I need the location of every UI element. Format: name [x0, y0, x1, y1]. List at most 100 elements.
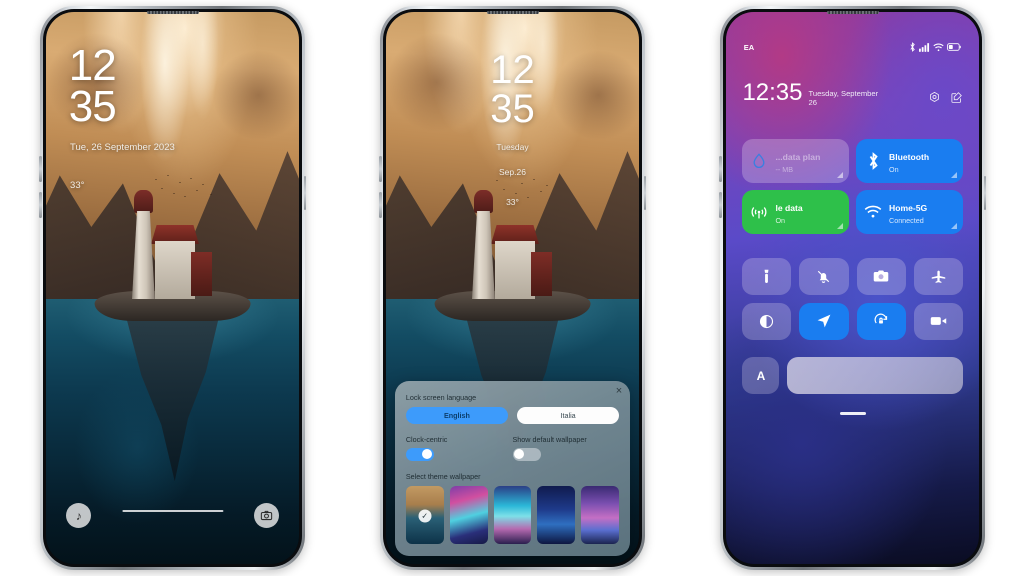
tile-expand-corner[interactable] — [950, 222, 957, 229]
tile-title: ...data plan — [775, 152, 821, 163]
clock-centric-toggle[interactable] — [405, 447, 434, 461]
location-icon[interactable] — [799, 302, 849, 340]
phone-3-volume-down[interactable] — [719, 192, 722, 218]
control-center-time: 12:35 — [742, 79, 803, 106]
phone-2-power[interactable] — [643, 176, 646, 210]
wallpaper-lighthouse-lamp — [133, 189, 153, 213]
tile-bluetooth[interactable]: Bluetooth On — [856, 138, 963, 183]
tile-title: Home-5G — [889, 203, 928, 214]
phone-3-screen[interactable]: EA 12:35 Tuesday, September 26 ...data p… — [726, 12, 979, 564]
language-section-label: Lock screen language — [405, 392, 477, 402]
default-wallpaper-toggle[interactable] — [512, 447, 541, 461]
phone-3-earpiece-grille — [826, 10, 879, 14]
phone-2-earpiece-grille — [486, 10, 539, 14]
lock-clock-centered: 12 35 — [386, 47, 639, 129]
camera-icon[interactable] — [856, 257, 906, 295]
tile-data-plan-text: ...data plan -- MB — [775, 147, 820, 174]
status-icons — [909, 42, 962, 53]
theme-wallpaper-list: ✓ — [405, 485, 620, 544]
default-wallpaper-setting: Show default wallpaper — [512, 434, 620, 461]
wallpaper-house — [154, 241, 196, 300]
phone-1-volume-up[interactable] — [39, 156, 42, 182]
bluetooth-icon — [864, 152, 882, 170]
tile-data-plan[interactable]: ...data plan -- MB — [742, 138, 849, 183]
edit-icon[interactable] — [950, 91, 963, 104]
mute-bell-icon[interactable] — [799, 257, 849, 295]
data-drop-icon — [750, 152, 768, 170]
lock-clock-minutes: 35 — [68, 82, 117, 132]
wifi-icon — [933, 43, 944, 52]
lock-clock: 12 35 — [68, 43, 117, 132]
lock-screen-settings-panel: × Lock screen language English Italia Cl… — [394, 380, 631, 556]
settings-gear-icon[interactable] — [928, 91, 941, 104]
wallpaper-thumbnail-aurora-cyan[interactable] — [493, 485, 532, 544]
phone-3-volume-up[interactable] — [719, 156, 722, 182]
tile-subtitle: -- MB — [775, 165, 794, 175]
auto-brightness-button[interactable]: A — [742, 357, 780, 394]
tile-title: Bluetooth — [889, 152, 930, 163]
wallpaper-house — [494, 241, 536, 300]
screenshot-stage: 12 35 Tue, 26 September 2023 33° ♪ 12 35… — [0, 0, 1024, 576]
wallpaper-thumbnail-night-blue[interactable] — [537, 485, 576, 544]
phone-3: EA 12:35 Tuesday, September 26 ...data p… — [719, 6, 986, 570]
wallpaper-thumbnail-lighthouse[interactable]: ✓ — [405, 485, 444, 544]
tile-bluetooth-text: Bluetooth On — [889, 147, 929, 174]
brightness-row: A — [742, 357, 963, 394]
control-center-date: Tuesday, September 26 — [808, 89, 879, 108]
phone-2-screen[interactable]: 12 35 Tuesday Sep.26 33° × Lock screen l… — [386, 12, 639, 564]
screen-record-icon[interactable] — [913, 302, 963, 340]
phone-2-volume-down[interactable] — [379, 192, 382, 218]
wallpaper-shed — [531, 252, 552, 297]
phone-1-power[interactable] — [303, 176, 306, 210]
quick-settings-tiles: ...data plan -- MB Bluetooth On le data … — [742, 138, 963, 234]
lock-weekday: Tuesday — [496, 141, 529, 152]
contrast-icon[interactable] — [742, 302, 792, 340]
phone-1-volume-down[interactable] — [39, 192, 42, 218]
wallpaper-shed — [191, 252, 212, 297]
phone-1-earpiece-grille — [146, 10, 199, 14]
tile-wifi[interactable]: Home-5G Connected — [856, 189, 963, 234]
default-wallpaper-label: Show default wallpaper — [512, 434, 587, 444]
tile-expand-corner[interactable] — [950, 171, 957, 178]
airplane-icon[interactable] — [913, 257, 963, 295]
home-indicator[interactable] — [121, 509, 224, 512]
brightness-slider[interactable] — [787, 357, 963, 394]
wallpaper-birds — [152, 172, 218, 205]
panel-drag-handle[interactable] — [839, 412, 866, 416]
tile-expand-corner[interactable] — [837, 171, 843, 178]
tile-mobile-data[interactable]: le data On — [742, 189, 849, 234]
signal-icon — [919, 43, 930, 52]
language-option-english[interactable]: English — [405, 406, 508, 424]
rotation-lock-icon[interactable] — [856, 302, 906, 340]
flashlight-icon[interactable] — [742, 257, 792, 295]
lock-temperature: 33° — [506, 196, 519, 207]
camera-icon — [260, 509, 273, 522]
wallpaper-thumbnail-purple-peaks[interactable] — [581, 485, 620, 544]
close-icon[interactable]: × — [616, 385, 622, 397]
lock-clock-hours: 12 — [490, 47, 535, 92]
check-icon: ✓ — [418, 509, 432, 523]
phone-1-screen[interactable]: 12 35 Tue, 26 September 2023 33° ♪ — [46, 12, 299, 564]
wifi-icon — [864, 203, 882, 221]
tile-subtitle: Connected — [889, 216, 924, 226]
wallpaper-thumbnail-aurora-magenta[interactable] — [449, 485, 488, 544]
battery-icon — [947, 43, 962, 52]
theme-wallpaper-label: Select theme wallpaper — [405, 471, 481, 481]
tile-wifi-text: Home-5G Connected — [889, 198, 927, 225]
control-center-date-wrap: Tuesday, September 26 — [809, 89, 928, 108]
phone-1: 12 35 Tue, 26 September 2023 33° ♪ — [39, 6, 306, 570]
cell-signal-icon — [750, 203, 768, 221]
quick-toggle-grid — [742, 257, 963, 340]
language-options: English Italia — [405, 406, 620, 424]
toggle-knob — [514, 449, 524, 460]
status-bar: EA — [744, 42, 962, 53]
phone-3-power[interactable] — [983, 176, 986, 210]
clock-centric-label: Clock-centric — [405, 434, 448, 444]
tile-expand-corner[interactable] — [837, 222, 843, 229]
toggles-row: Clock-centric Show default wallpaper — [405, 434, 620, 461]
phone-2-volume-up[interactable] — [379, 156, 382, 182]
language-option-italia[interactable]: Italia — [517, 406, 620, 424]
camera-shortcut-button[interactable] — [253, 503, 279, 529]
lock-date-short: Sep.26 — [499, 166, 526, 177]
tile-subtitle: On — [889, 165, 899, 175]
